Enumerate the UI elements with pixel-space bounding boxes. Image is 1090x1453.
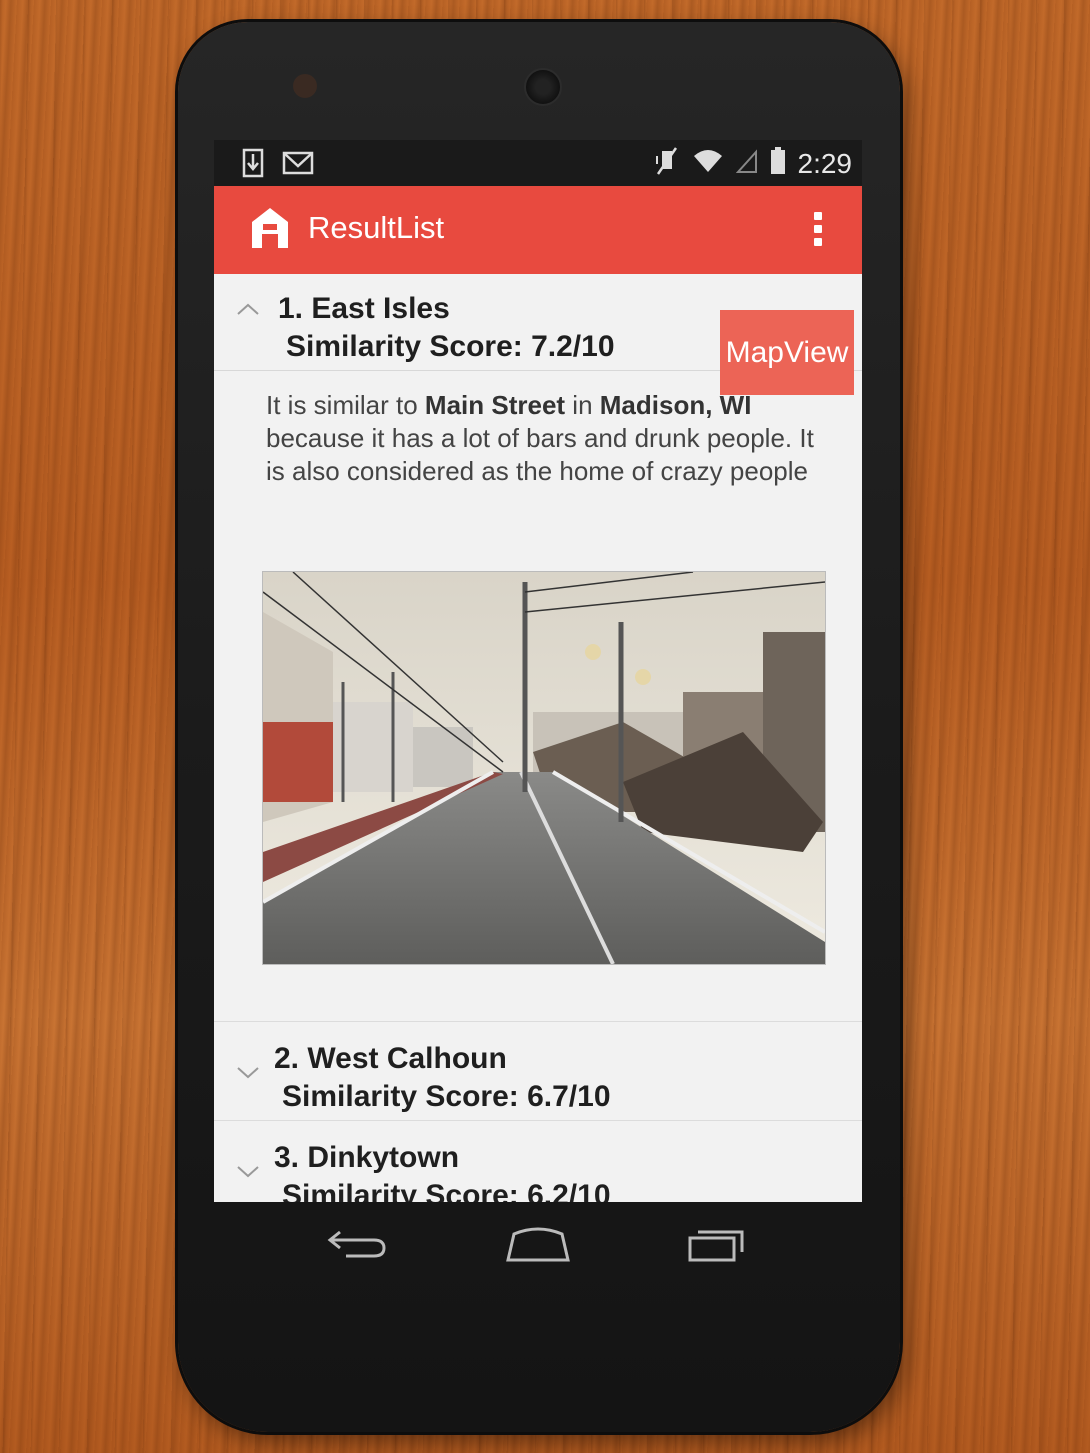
house-icon[interactable] (250, 206, 290, 255)
street-name: Main Street (424, 390, 566, 420)
gmail-icon (282, 151, 314, 180)
signal-icon (735, 148, 758, 179)
similarity-score: Similarity Score: 6.2/10 (282, 1179, 611, 1202)
chevron-down-icon[interactable] (236, 1159, 260, 1185)
overflow-menu-icon[interactable] (814, 212, 824, 251)
battery-icon (770, 147, 786, 180)
result-title: 1. East Isles (278, 292, 450, 325)
result-description: It is similar to Main Street in Madison,… (266, 390, 814, 486)
download-icon (242, 148, 264, 183)
similarity-score: Similarity Score: 7.2/10 (286, 330, 615, 363)
home-icon[interactable] (504, 1224, 572, 1269)
result-item-header[interactable]: 2. West Calhoun Similarity Score: 6.7/10 (214, 1022, 862, 1121)
vibrate-mute-icon (654, 146, 680, 181)
result-item-header[interactable]: 1. East Isles Similarity Score: 7.2/10 M… (214, 274, 862, 395)
recents-icon[interactable] (686, 1224, 750, 1269)
result-list: 1. East Isles Similarity Score: 7.2/10 M… (214, 274, 862, 1202)
navigation-bar (214, 1202, 862, 1302)
clock: 2:29 (797, 147, 853, 179)
result-title: 3. Dinkytown (274, 1141, 460, 1174)
wifi-icon (692, 148, 724, 179)
street-photo (262, 571, 826, 965)
back-icon[interactable] (326, 1224, 390, 1269)
app-title: ResultList (308, 210, 445, 245)
proximity-sensor (293, 74, 317, 98)
chevron-down-icon[interactable] (236, 1060, 260, 1086)
similarity-score: Similarity Score: 6.7/10 (282, 1080, 611, 1113)
chevron-up-icon[interactable] (236, 296, 260, 322)
result-item-header[interactable]: 3. Dinkytown Similarity Score: 6.2/10 (214, 1121, 862, 1202)
status-bar: 2:29 (214, 140, 862, 186)
action-bar: ResultList (214, 186, 862, 274)
phone-screen: 2:29 ResultList 1. East Isles Similarity… (214, 140, 862, 1202)
front-camera (524, 68, 562, 106)
result-title: 2. West Calhoun (274, 1042, 507, 1075)
mapview-button[interactable]: MapView (720, 310, 854, 395)
